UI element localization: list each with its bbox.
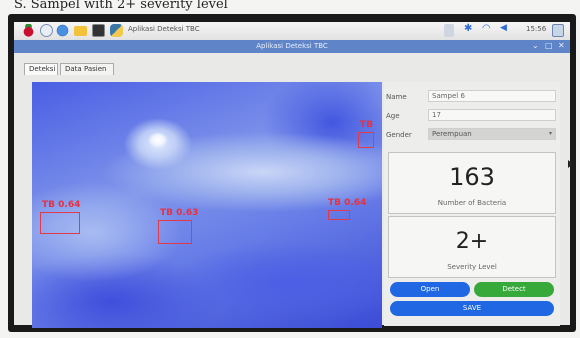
chevron-down-icon: ▾ [548, 130, 552, 137]
wifi-icon[interactable]: ◠ [482, 23, 491, 34]
microscope-image: TB 0.64 TB 0.63 TB 0.64 TB [32, 82, 382, 328]
save-button[interactable]: SAVE [390, 301, 554, 316]
terminal-icon[interactable] [92, 24, 105, 37]
monitor-icon[interactable] [552, 24, 564, 37]
figure-caption: S. Sampel with 2+ severity level [14, 0, 228, 12]
volume-icon[interactable] [444, 24, 454, 37]
raspberry-icon[interactable] [22, 24, 35, 37]
severity-level-label: Severity Level [447, 263, 497, 271]
gender-label: Gender [386, 131, 412, 139]
gender-select[interactable]: Perempuan ▾ [428, 128, 556, 140]
taskbar: Aplikasi Deteksi TBC ✱ ◠ ◀ 15:56 [14, 22, 570, 41]
detection-label: TB 0.64 [42, 200, 81, 210]
python-icon[interactable] [110, 24, 123, 37]
window-titlebar[interactable]: Aplikasi Deteksi TBC ⌄ □ ✕ [14, 40, 570, 53]
detection-box [40, 212, 80, 234]
globe-icon[interactable] [56, 24, 69, 37]
gender-value: Perempuan [432, 130, 472, 138]
folder-icon[interactable] [74, 26, 87, 36]
detection-box [158, 220, 192, 244]
detection-label: TB 0.63 [160, 208, 199, 218]
bacteria-count-card: 163 Number of Bacteria [388, 152, 556, 214]
detection-box [328, 210, 350, 220]
age-label: Age [386, 112, 400, 120]
age-field[interactable]: 17 [428, 109, 556, 121]
close-icon[interactable]: ✕ [558, 41, 565, 50]
minimize-icon[interactable]: ⌄ [532, 41, 539, 50]
window-title: Aplikasi Deteksi TBC [256, 42, 328, 50]
name-field[interactable]: Sampel 6 [428, 90, 556, 102]
wolfram-icon[interactable] [40, 24, 53, 37]
name-label: Name [386, 93, 407, 101]
side-panel: Name Sampel 6 Age 17 Gender Perempuan ▾ … [384, 82, 560, 326]
taskbar-clock: 15:56 [526, 25, 547, 33]
detection-label: TB [360, 120, 373, 130]
bluetooth-icon[interactable]: ✱ [464, 23, 472, 34]
speaker-icon[interactable]: ◀ [500, 23, 507, 33]
tab-deteksi[interactable]: Deteksi [24, 63, 58, 75]
tab-data-pasien[interactable]: Data Pasien [60, 63, 114, 75]
taskbar-window-title[interactable]: Aplikasi Deteksi TBC [128, 25, 200, 33]
maximize-icon[interactable]: □ [545, 41, 553, 50]
severity-level: 2+ [455, 229, 489, 254]
open-button[interactable]: Open [390, 282, 470, 297]
cursor-icon [568, 160, 573, 168]
detection-box [358, 132, 374, 148]
detection-label: TB 0.64 [328, 198, 367, 208]
bacteria-count-label: Number of Bacteria [437, 199, 507, 207]
bacteria-count: 163 [449, 163, 495, 191]
detect-button[interactable]: Detect [474, 282, 554, 297]
severity-card: 2+ Severity Level [388, 216, 556, 278]
